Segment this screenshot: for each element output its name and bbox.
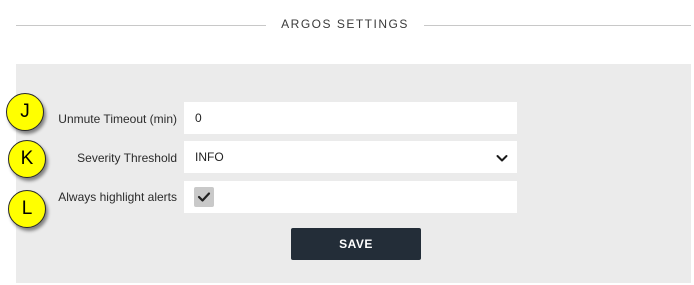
severity-threshold-select[interactable]: INFO bbox=[184, 141, 517, 173]
header-divider-left bbox=[16, 25, 266, 26]
callout-badge-j: J bbox=[6, 93, 44, 131]
section-title: ARGOS SETTINGS bbox=[281, 17, 409, 31]
severity-threshold-value: INFO bbox=[195, 150, 224, 164]
chevron-down-icon bbox=[496, 151, 508, 163]
always-highlight-label: Always highlight alerts bbox=[58, 190, 177, 204]
callout-badge-l: L bbox=[8, 190, 46, 228]
severity-threshold-label: Severity Threshold bbox=[77, 151, 177, 165]
unmute-timeout-field[interactable] bbox=[184, 102, 517, 134]
checkmark-icon bbox=[197, 192, 211, 202]
always-highlight-field bbox=[184, 181, 517, 213]
save-button[interactable]: SAVE bbox=[291, 228, 421, 260]
header-divider-right bbox=[424, 25, 691, 26]
unmute-timeout-label: Unmute Timeout (min) bbox=[58, 112, 177, 126]
unmute-timeout-input[interactable] bbox=[184, 102, 517, 134]
section-header: ARGOS SETTINGS bbox=[16, 14, 691, 36]
callout-badge-k: K bbox=[8, 140, 46, 178]
always-highlight-checkbox[interactable] bbox=[194, 187, 214, 207]
